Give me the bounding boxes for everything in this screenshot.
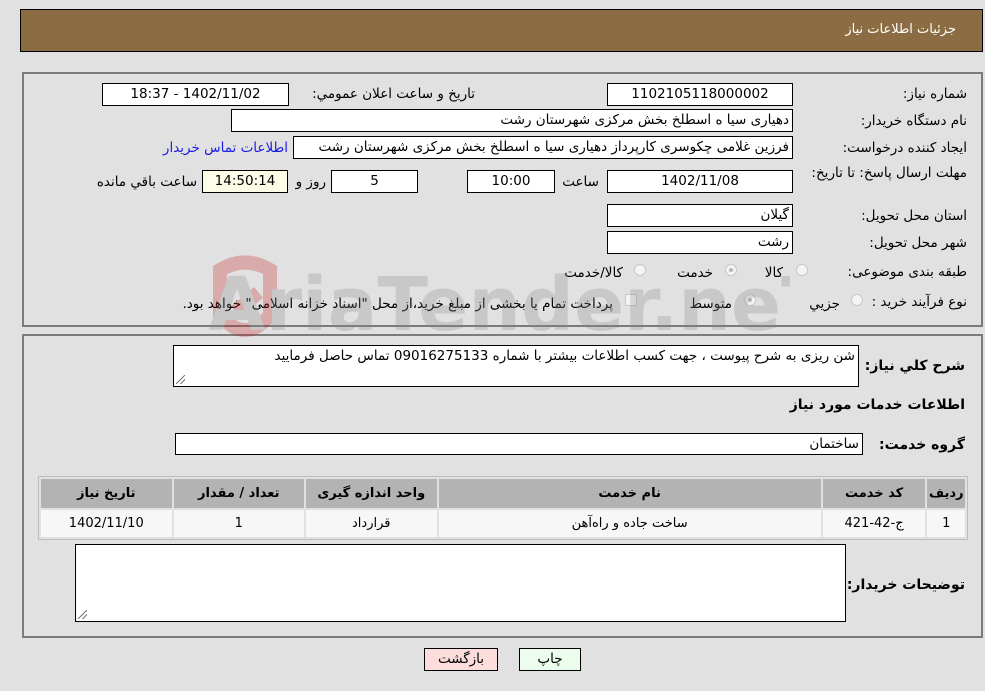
category-option-goods: کالا <box>764 265 783 281</box>
service-group-field[interactable]: ساختمان <box>175 433 863 455</box>
purchase-option-medium: متوسط <box>689 296 732 312</box>
resize-grip-icon[interactable] <box>78 610 87 619</box>
buyer-org-field[interactable]: دهیاری سیا ه اسطلخ بخش مرکزی شهرستان رشت <box>231 109 793 132</box>
buyer-contact-link[interactable]: اطلاعات تماس خريدار <box>163 140 288 156</box>
requester-field[interactable]: فرزین غلامی چکوسری کارپرداز دهیاری سیا ه… <box>293 136 793 159</box>
page-header: جزئیات اطلاعات نیاز <box>20 9 983 52</box>
cell-need-date: 1402/11/10 <box>41 510 172 537</box>
deadline-date-field[interactable]: 1402/11/08 <box>607 170 793 193</box>
remaining-time-label: ساعت باقي مانده <box>96 174 197 190</box>
cell-unit: قرارداد <box>306 510 437 537</box>
description-label: شرح کلي نياز: <box>864 358 965 374</box>
cell-service-name: ساخت جاده و راه‌آهن <box>438 510 821 537</box>
print-button[interactable]: چاپ <box>519 648 581 671</box>
category-radio-service[interactable] <box>725 264 737 276</box>
buyer-notes-textarea[interactable] <box>75 544 846 622</box>
cell-row-number: 1 <box>927 510 965 537</box>
category-option-goods-service: کالا/خدمت <box>564 265 623 281</box>
cell-quantity: 1 <box>173 510 305 537</box>
treasury-bonds-note: پرداخت تمام يا بخشی از مبلغ خريد،از محل … <box>182 296 613 312</box>
purchase-option-minor: جزيي <box>809 296 840 312</box>
col-header-unit: واحد اندازه گيری <box>306 479 437 508</box>
col-header-quantity: تعداد / مقدار <box>173 479 305 508</box>
back-button[interactable]: بازگشت <box>424 648 498 671</box>
city-label: شهر محل تحويل: <box>869 235 967 251</box>
services-section-title: اطلاعات خدمات مورد نياز <box>789 397 965 413</box>
announce-datetime-label: تاريخ و ساعت اعلان عمومي: <box>312 86 475 102</box>
days-label: روز و <box>295 174 326 190</box>
table-header-row: رديف کد خدمت نام خدمت واحد اندازه گيری ت… <box>41 479 965 508</box>
col-header-service-code: کد خدمت <box>822 479 926 508</box>
description-text: شن ریزی به شرح پیوست ، جهت کسب اطلاعات ب… <box>274 348 855 364</box>
category-option-service: خدمت <box>677 265 713 281</box>
purchase-radio-minor[interactable] <box>851 294 863 306</box>
page-title: جزئیات اطلاعات نیاز <box>845 22 956 37</box>
purchase-type-label: نوع فرآيند خريد : <box>871 294 967 310</box>
purchase-radio-medium[interactable] <box>744 294 756 306</box>
services-table: رديف کد خدمت نام خدمت واحد اندازه گيری ت… <box>38 476 968 540</box>
city-field[interactable]: رشت <box>607 231 793 254</box>
remaining-days-field[interactable]: 5 <box>331 170 418 193</box>
deadline-label: مهلت ارسال پاسخ: تا تاريخ: <box>811 165 967 181</box>
category-radio-goods-service[interactable] <box>634 264 646 276</box>
province-label: استان محل تحويل: <box>861 208 967 224</box>
col-header-row-number: رديف <box>927 479 965 508</box>
category-label: طبقه بندی موضوعی: <box>847 264 967 280</box>
service-group-label: گروه خدمت: <box>879 437 965 453</box>
resize-grip-icon[interactable] <box>176 375 185 384</box>
announce-datetime-field[interactable]: 1402/11/02 - 18:37 <box>102 83 289 106</box>
remaining-time-field: 14:50:14 <box>202 170 288 193</box>
buyer-notes-label: توضيحات خريدار: <box>846 577 965 593</box>
treasury-bonds-checkbox[interactable] <box>625 294 637 306</box>
table-row: 1 ج-42-421 ساخت جاده و راه‌آهن قرارداد 1… <box>41 510 965 537</box>
deadline-time-label: ساعت <box>562 174 599 190</box>
requester-label: ايجاد کننده درخواست: <box>842 140 967 156</box>
cell-service-code: ج-42-421 <box>822 510 926 537</box>
col-header-service-name: نام خدمت <box>438 479 821 508</box>
province-field[interactable]: گیلان <box>607 204 793 227</box>
buyer-org-label: نام دستگاه خريدار: <box>860 113 967 129</box>
col-header-need-date: تاريخ نياز <box>41 479 172 508</box>
need-number-field[interactable]: 1102105118000002 <box>607 83 793 106</box>
need-number-label: شماره نیاز: <box>902 86 967 102</box>
deadline-time-field[interactable]: 10:00 <box>467 170 555 193</box>
category-radio-goods[interactable] <box>796 264 808 276</box>
description-textarea[interactable]: شن ریزی به شرح پیوست ، جهت کسب اطلاعات ب… <box>173 345 859 387</box>
